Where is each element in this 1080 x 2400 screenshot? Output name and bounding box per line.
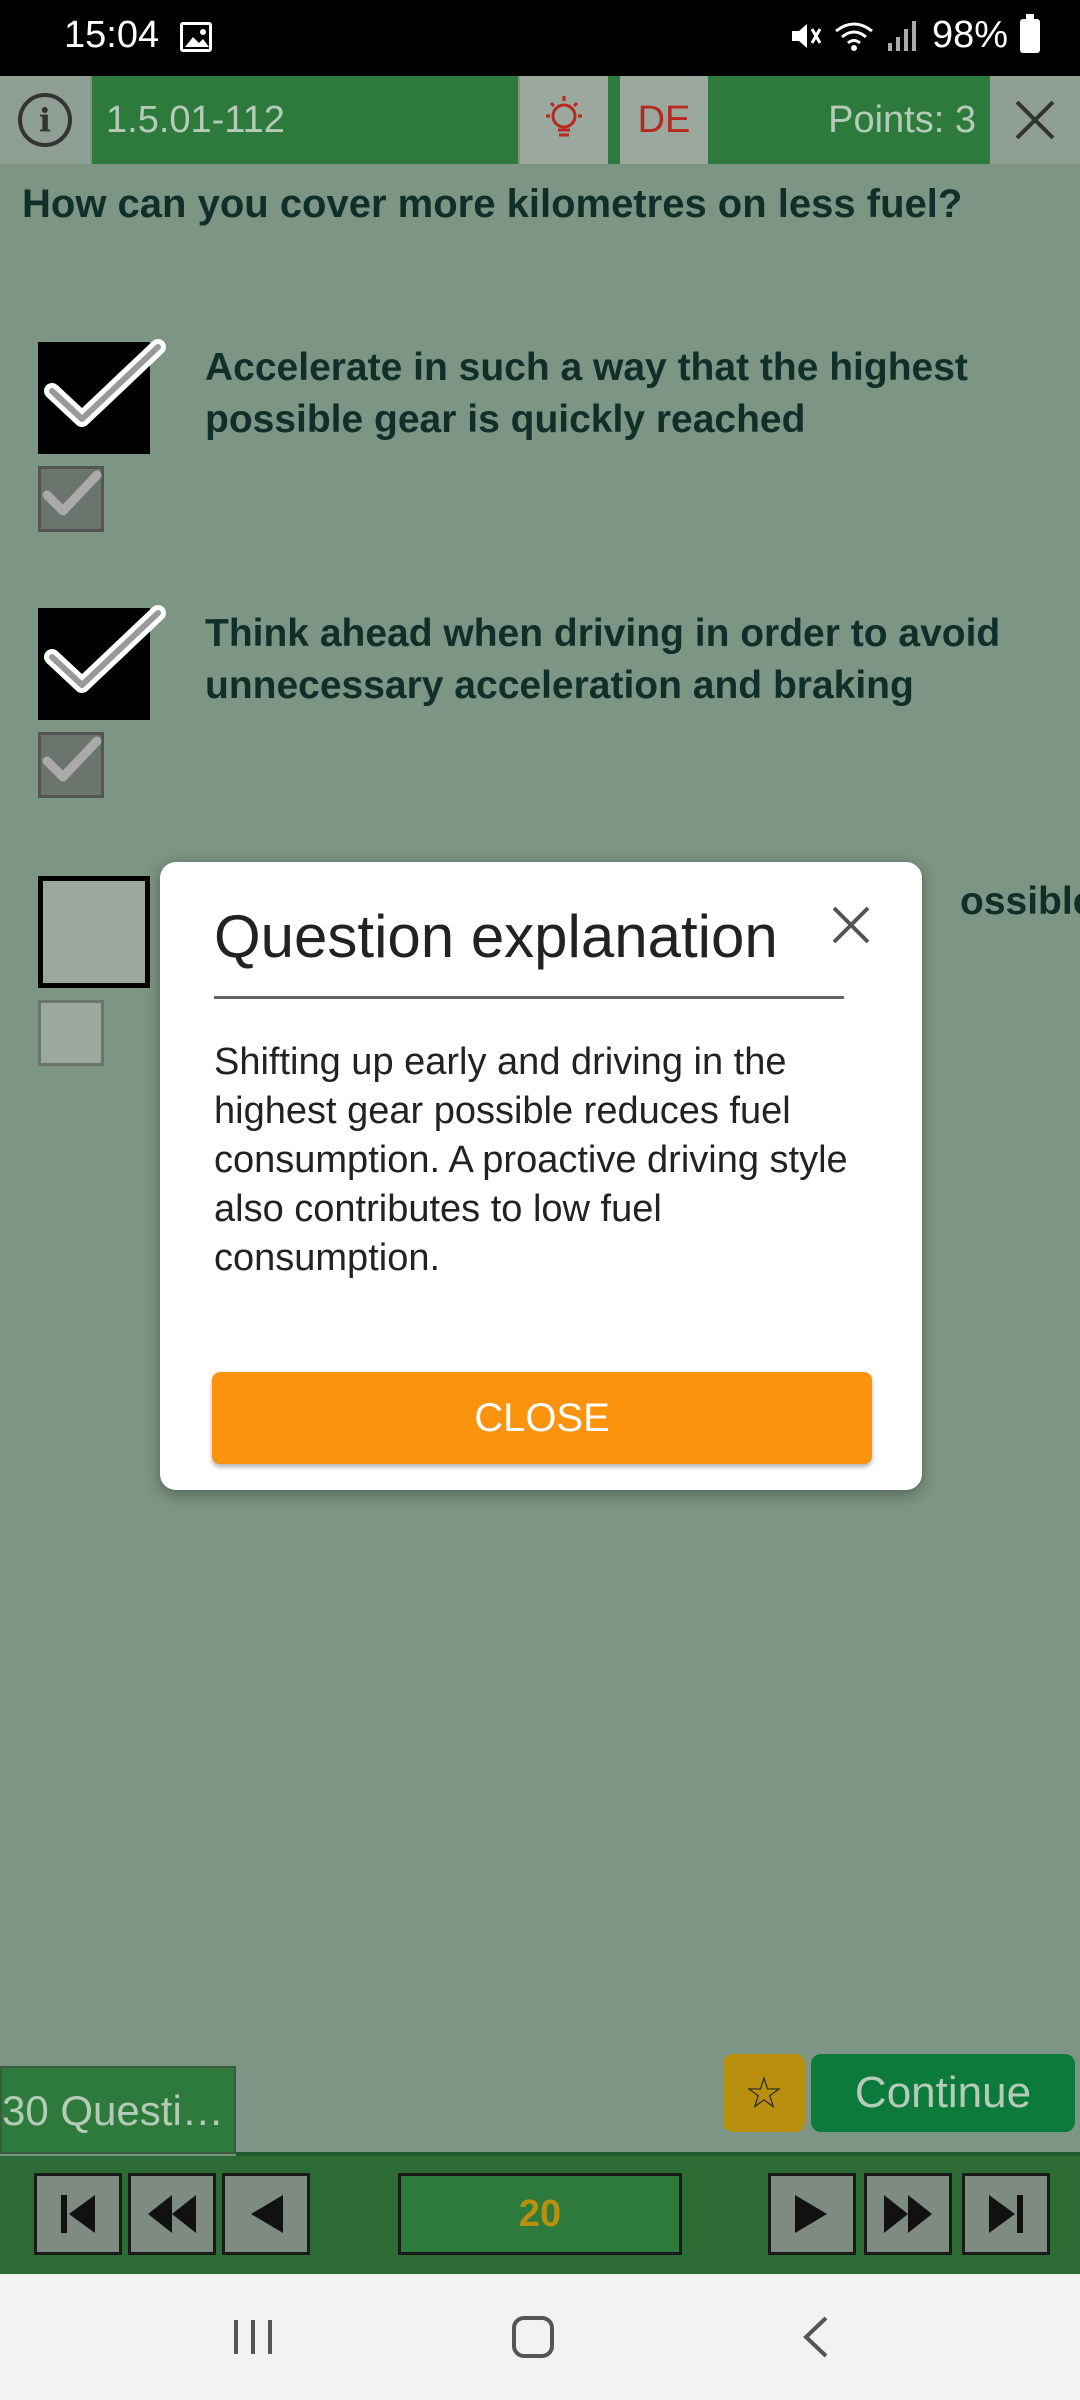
explanation-dialog: Question explanation Shifting up early a… (160, 862, 922, 1490)
last-icon (989, 2195, 1023, 2233)
signal-icon (887, 20, 916, 51)
battery-percent: 98% (931, 14, 1008, 56)
info-button[interactable]: i (0, 76, 90, 164)
question-count-tab[interactable]: 30 Questi… (0, 2066, 236, 2154)
dialog-close-icon[interactable] (828, 902, 874, 948)
dialog-body: Shifting up early and driving in the hig… (214, 1041, 848, 1279)
info-icon: i (18, 93, 72, 147)
page-indicator: 20 (398, 2173, 682, 2255)
dialog-title: Question explanation (214, 903, 778, 970)
image-icon (180, 22, 212, 52)
dialog-divider (214, 996, 844, 999)
checkmark-icon (44, 339, 166, 427)
question-id: 1.5.01-112 (92, 76, 518, 164)
next-icon (795, 2195, 827, 2233)
battery-icon (1020, 13, 1040, 53)
previous-icon (251, 2195, 283, 2233)
points-label: Points: 3 (708, 76, 990, 164)
solution-checkbox (38, 466, 104, 532)
hint-button[interactable] (520, 76, 608, 164)
status-bar: 15:04 98% (0, 0, 1080, 76)
answer-text: Think ahead when driving in order to avo… (205, 612, 1001, 707)
rewind-button[interactable] (128, 2173, 216, 2255)
continue-button[interactable]: Continue (811, 2054, 1075, 2132)
wifi-icon (835, 22, 873, 51)
fast-forward-icon (884, 2195, 932, 2233)
rewind-icon (148, 2195, 196, 2233)
close-icon (1015, 100, 1055, 140)
fast-forward-button[interactable] (864, 2173, 952, 2255)
previous-button[interactable] (222, 2173, 310, 2255)
question-text: How can you cover more kilometres on les… (22, 182, 963, 226)
first-question-button[interactable] (34, 2173, 122, 2255)
language-button[interactable]: DE (620, 76, 708, 164)
checkmark-icon (44, 605, 166, 693)
lightbulb-icon (546, 96, 582, 137)
system-navigation-bar (0, 2274, 1080, 2400)
answer-checkbox[interactable] (38, 605, 166, 720)
solution-checkbox (38, 1000, 104, 1066)
answer-text: Accelerate in such a way that the highes… (205, 346, 968, 441)
question-toolbar: i 1.5.01-112 DE Points: 3 (0, 76, 1080, 164)
last-question-button[interactable] (962, 2173, 1050, 2255)
star-icon: ☆ (744, 2068, 784, 2118)
question-navigation: 20 (0, 2156, 1080, 2274)
answer-text: ossible (960, 880, 1080, 923)
mute-icon (791, 23, 822, 48)
solution-checkbox (38, 732, 104, 798)
answer-checkbox[interactable] (38, 876, 150, 988)
close-quiz-button[interactable] (990, 76, 1080, 164)
home-icon[interactable] (510, 2314, 556, 2360)
checkmark-icon (42, 470, 102, 516)
next-button[interactable] (768, 2173, 856, 2255)
back-icon[interactable] (798, 2314, 834, 2360)
status-time: 15:04 (64, 14, 160, 56)
first-icon (61, 2195, 95, 2233)
recents-icon[interactable] (230, 2316, 276, 2358)
checkmark-icon (42, 736, 102, 782)
bookmark-button[interactable]: ☆ (723, 2054, 805, 2132)
answer-checkbox[interactable] (38, 339, 166, 454)
dialog-close-button[interactable]: CLOSE (212, 1372, 872, 1464)
